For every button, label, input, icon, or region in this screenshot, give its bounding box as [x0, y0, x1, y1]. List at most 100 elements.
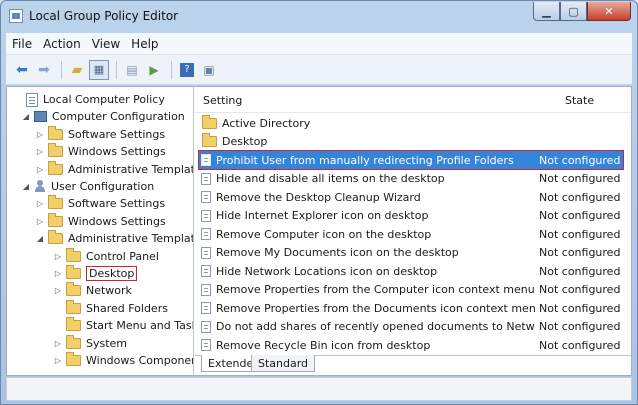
policy-row[interactable]: Do not add shares of recently opened doc… — [199, 318, 623, 336]
setting-state: Not configured — [539, 338, 621, 352]
setting-name: Hide Internet Explorer icon on desktop — [216, 209, 429, 222]
tree-item[interactable]: Local Computer Policy — [13, 91, 165, 108]
forward-icon[interactable]: ➡ — [34, 60, 54, 80]
expand-arrow-icon[interactable]: ▷ — [53, 269, 63, 278]
policy-row[interactable]: Remove Computer icon on the desktop Not c… — [199, 225, 623, 243]
setting-name: Desktop — [222, 135, 268, 148]
expand-arrow-icon[interactable]: ▷ — [53, 356, 63, 365]
setting-state: Not configured — [539, 301, 621, 315]
tree-item[interactable]: ▷ Control Panel — [53, 247, 159, 265]
up-folder-icon[interactable]: ▰ — [67, 60, 87, 80]
tab-standard[interactable]: Standard — [251, 355, 316, 372]
setting-name: Remove Recycle Bin icon from desktop — [216, 338, 431, 352]
folder-icon — [48, 143, 63, 158]
policy-row[interactable]: Remove Properties from the Computer icon… — [199, 281, 623, 299]
policy-row[interactable]: Remove Properties from the Documents ico… — [199, 299, 623, 317]
list-folder-row[interactable]: Desktop — [199, 133, 623, 151]
setting-state: Not configured — [539, 246, 621, 259]
policy-setting-icon — [201, 320, 211, 333]
folder-icon — [202, 114, 217, 129]
expand-arrow-icon[interactable]: ▷ — [35, 147, 45, 156]
expand-arrow-icon[interactable]: ▷ — [53, 339, 63, 348]
policy-row[interactable]: Hide Internet Explorer icon on desktop No… — [199, 207, 623, 225]
setting-state: Not configured — [539, 190, 621, 204]
tree-item-label: Control Panel — [86, 249, 159, 263]
expand-arrow-icon[interactable]: ▷ — [35, 130, 45, 139]
tree-item[interactable]: ▷ Network — [53, 282, 132, 299]
expand-arrow-icon[interactable]: ▷ — [35, 217, 45, 226]
close-button[interactable]: ✕ — [587, 2, 631, 21]
navigation-tree: Local Computer Policy ◢ Computer Configura… — [7, 87, 194, 375]
tree-item[interactable]: ▷ Administrative Templates — [35, 160, 193, 178]
tree-item-label: Software Settings — [68, 197, 166, 211]
policy-row[interactable]: Hide Network Locations icon on desktop No… — [199, 262, 623, 280]
folder-icon — [48, 195, 63, 210]
filter-icon[interactable]: ▣ — [199, 60, 219, 80]
export-icon[interactable]: ▶ — [144, 60, 164, 80]
menu-help[interactable]: Help — [131, 37, 158, 51]
menu-action[interactable]: Action — [43, 37, 81, 51]
tree-item[interactable]: ▷ Windows Settings — [35, 143, 166, 160]
expand-arrow-icon[interactable]: ▷ — [35, 199, 45, 208]
list-folder-row[interactable]: Active Directory — [199, 114, 623, 132]
back-icon[interactable]: ⬅ — [12, 60, 32, 80]
tree-item-label: Shared Folders — [86, 301, 168, 315]
tree-item[interactable]: ▷ Desktop — [53, 265, 138, 282]
column-header-state[interactable]: State — [565, 94, 594, 107]
tree-item-label: Start Menu and Taskbar — [86, 319, 193, 333]
folder-icon — [48, 230, 63, 245]
setting-name: Hide Network Locations icon on desktop — [216, 264, 438, 278]
tree-item[interactable]: ◢ Computer Configuration — [21, 108, 185, 125]
setting-name: Remove My Documents icon on the desktop — [216, 246, 459, 259]
setting-name: Remove Properties from the Computer icon… — [216, 283, 535, 296]
policy-row[interactable]: Hide and disable all items on the deskto… — [199, 170, 623, 188]
folder-icon — [66, 247, 81, 262]
tree-item[interactable]: Shared Folders — [53, 299, 168, 317]
tree-item[interactable]: Start Menu and Taskbar — [53, 317, 193, 334]
properties-icon[interactable]: ▤ — [122, 60, 142, 80]
toolbar: ⬅ ➡ ▰ ▦ ▤ ▶ ? ▣ — [6, 55, 632, 85]
menu-view[interactable]: View — [92, 37, 120, 51]
tree-item-label: User Configuration — [51, 180, 155, 193]
tree-item[interactable]: ◢ User Configuration — [21, 178, 154, 195]
help-icon[interactable]: ? — [177, 60, 197, 80]
gpedit-app-icon — [9, 9, 23, 23]
folder-icon — [66, 265, 81, 279]
tree-item[interactable]: ▷ Windows Components — [53, 352, 193, 369]
tree-item[interactable]: ▷ Windows Settings — [35, 212, 166, 230]
column-header-setting[interactable]: Setting — [203, 94, 242, 107]
policy-setting-icon — [201, 191, 211, 203]
policy-row[interactable]: Remove Recycle Bin icon from desktop Not … — [199, 336, 623, 354]
expand-arrow-icon[interactable]: ▷ — [53, 286, 63, 295]
expand-arrow-icon[interactable]: ▷ — [35, 165, 45, 174]
policy-setting-icon — [201, 339, 211, 351]
policy-setting-icon — [201, 172, 211, 185]
menu-file[interactable]: File — [12, 37, 32, 51]
toolbar-separator — [171, 60, 172, 79]
tree-item-label: Administrative Templates — [68, 232, 194, 246]
policy-row[interactable]: Remove the Desktop Cleanup Wizard Not con… — [199, 188, 623, 206]
tree-item-label: Software Settings — [68, 127, 166, 141]
tree-item-label: Computer Configuration — [52, 110, 185, 124]
minimize-button[interactable]: ▁ — [533, 2, 560, 21]
collapse-arrow-icon[interactable]: ◢ — [35, 234, 45, 243]
folder-icon — [202, 133, 217, 147]
policy-setting-icon — [201, 228, 211, 240]
tree-item[interactable]: ▷ System — [53, 334, 127, 352]
tree-item-label: Windows Components — [86, 354, 193, 367]
tree-item[interactable]: ◢ Administrative Templates — [35, 230, 194, 247]
tree-item-label: Desktop — [86, 266, 138, 281]
policy-setting-icon — [201, 209, 211, 222]
collapse-arrow-icon[interactable]: ◢ — [21, 112, 31, 121]
policy-row[interactable]: Prohibit User from manually redirecting … — [198, 150, 624, 170]
tree-item[interactable]: ▷ Software Settings — [35, 125, 166, 143]
title-bar[interactable]: Local Group Policy Editor ▁ ▢ ✕ — [1, 1, 637, 31]
maximize-button[interactable]: ▢ — [560, 2, 587, 21]
tree-item[interactable]: ▷ Software Settings — [35, 195, 165, 212]
collapse-arrow-icon[interactable]: ◢ — [21, 182, 31, 191]
show-tree-icon[interactable]: ▦ — [89, 59, 109, 80]
setting-name: Active Directory — [222, 116, 311, 130]
policy-row[interactable]: Remove My Documents icon on the desktop N… — [199, 244, 623, 262]
expand-arrow-icon[interactable]: ▷ — [53, 252, 63, 261]
tree-item-label: Network — [86, 284, 132, 298]
